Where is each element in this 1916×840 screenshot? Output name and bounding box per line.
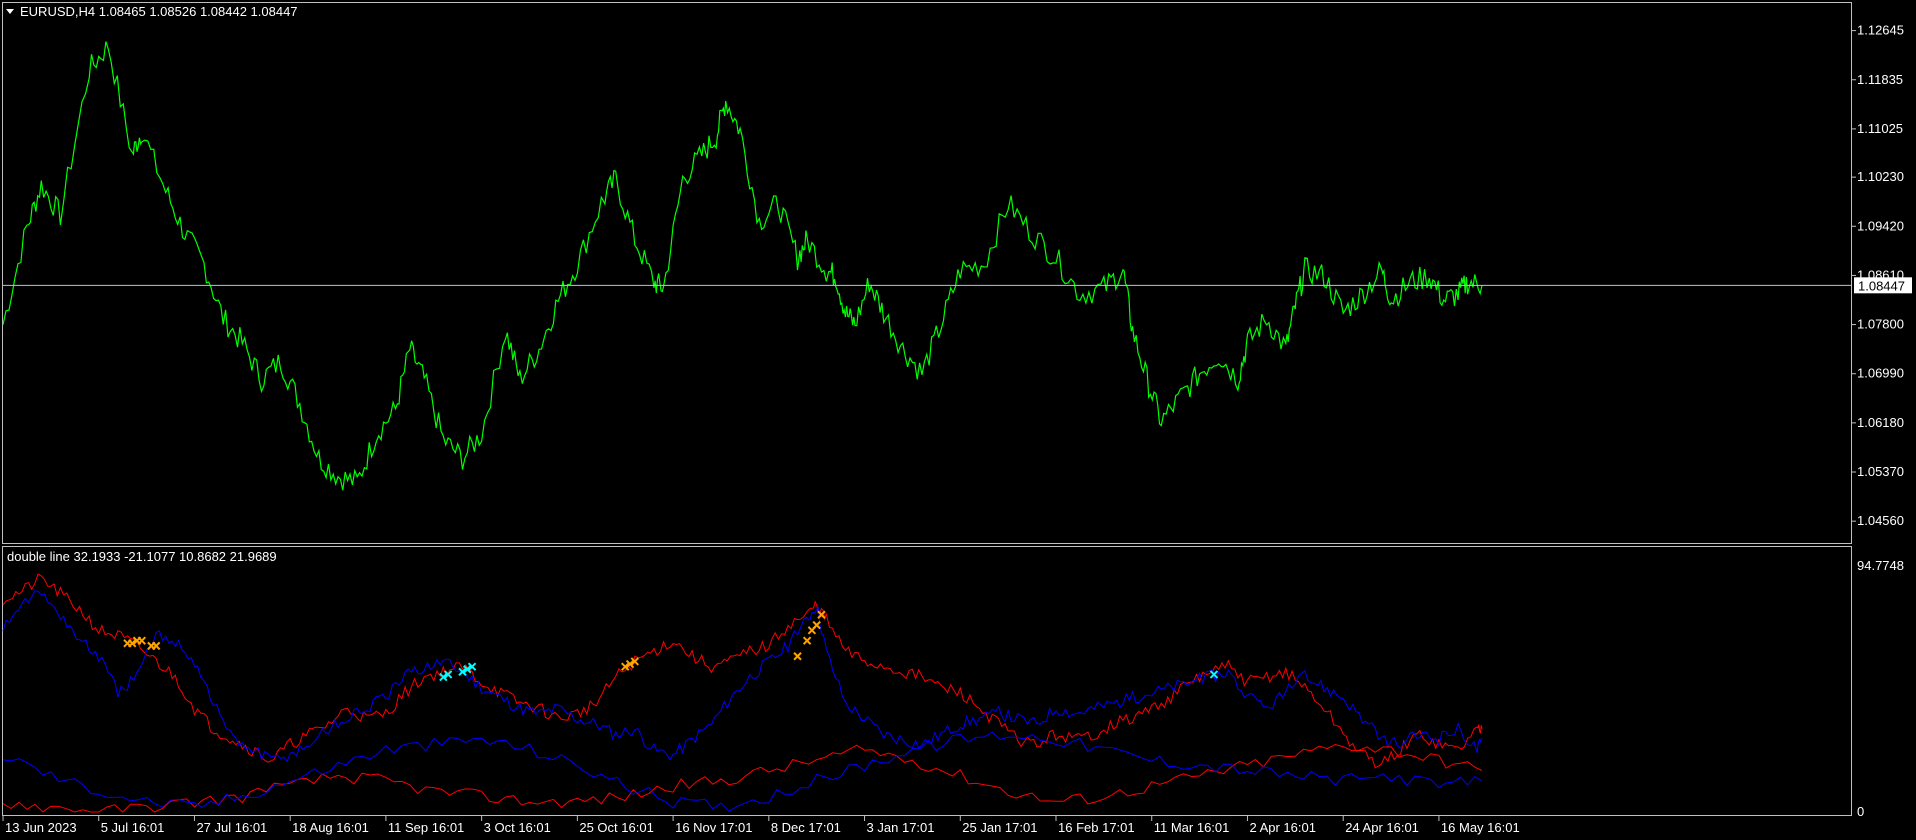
symbol-header[interactable]: EURUSD,H4 1.08465 1.08526 1.08442 1.0844… — [6, 4, 298, 19]
price-tick-label: 1.10230 — [1857, 169, 1904, 184]
time-tick-label: 25 Jan 17:01 — [962, 820, 1037, 835]
time-tick-label: 8 Dec 17:01 — [771, 820, 841, 835]
chart-canvas: 1.126451.118351.110251.102301.094201.086… — [0, 0, 1916, 840]
price-tick-label: 1.11835 — [1857, 72, 1903, 87]
time-tick-label: 16 Nov 17:01 — [675, 820, 752, 835]
time-tick-label: 5 Jul 16:01 — [101, 820, 165, 835]
last-price-tag: 1.08447 — [1854, 277, 1912, 294]
time-tick-label: 24 Apr 16:01 — [1345, 820, 1419, 835]
time-tick-label: 13 Jun 2023 — [5, 820, 77, 835]
time-tick-label: 25 Oct 16:01 — [579, 820, 653, 835]
symbol-header-text: EURUSD,H4 1.08465 1.08526 1.08442 1.0844… — [20, 4, 298, 19]
time-tick-label: 27 Jul 16:01 — [196, 820, 267, 835]
indicator-header-text: double line 32.1933 -21.1077 10.8682 21.… — [7, 549, 277, 564]
price-tick-label: 1.11025 — [1857, 121, 1903, 136]
time-tick-label: 11 Sep 16:01 — [388, 820, 464, 835]
price-tick-label: 1.12645 — [1857, 23, 1904, 38]
time-tick-label: 16 May 16:01 — [1441, 820, 1520, 835]
price-tick-label: 1.04560 — [1857, 513, 1904, 528]
price-tick-label: 1.05370 — [1857, 464, 1904, 479]
price-tick-label: 1.06180 — [1857, 415, 1904, 430]
price-tick-label: 1.06990 — [1857, 366, 1904, 381]
time-tick-label: 18 Aug 16:01 — [292, 820, 369, 835]
svg-text:1.08447: 1.08447 — [1858, 278, 1905, 293]
time-tick-label: 3 Jan 17:01 — [867, 820, 935, 835]
indicator-tick-label: 0 — [1857, 804, 1864, 819]
price-tick-label: 1.09420 — [1857, 218, 1904, 233]
indicator-tick-label: 94.7748 — [1857, 558, 1904, 573]
price-tick-label: 1.07800 — [1857, 317, 1904, 332]
time-tick-label: 3 Oct 16:01 — [484, 820, 551, 835]
time-tick-label: 11 Mar 16:01 — [1154, 820, 1230, 835]
time-tick-label: 16 Feb 17:01 — [1058, 820, 1135, 835]
time-tick-label: 2 Apr 16:01 — [1249, 820, 1316, 835]
